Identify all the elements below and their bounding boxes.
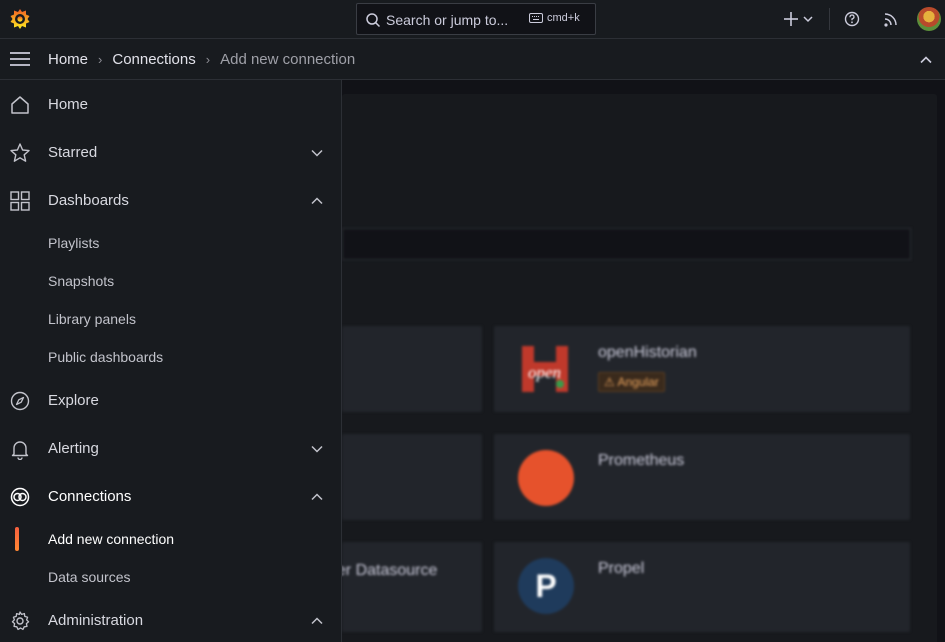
angular-badge: ⚠ Angular xyxy=(598,372,665,392)
chevron-up-icon[interactable] xyxy=(310,194,324,208)
card-openhistorian: open openHistorian ⚠ Angular xyxy=(494,326,910,412)
sidebar-item-alerting[interactable]: Alerting xyxy=(0,428,342,468)
card-prometheus: Prometheus xyxy=(494,434,910,520)
avatar[interactable] xyxy=(917,7,941,31)
sidebar-item-add-new-connection[interactable]: Add new connection xyxy=(0,522,342,556)
propel-logo-icon: P xyxy=(518,558,574,614)
sidebar-item-explore[interactable]: Explore xyxy=(0,380,342,420)
active-indicator xyxy=(15,527,19,551)
breadcrumb: Home › Connections › Add new connection xyxy=(48,51,355,68)
sidebar-item-label: Explore xyxy=(48,392,99,409)
compass-icon xyxy=(10,391,30,411)
sidebar-item-label: Administration xyxy=(48,612,144,629)
plus-icon[interactable] xyxy=(784,8,798,30)
card-title-openhistorian: openHistorian xyxy=(598,344,697,361)
card-left-3: ger Datasource xyxy=(328,542,482,632)
grafana-logo-icon[interactable] xyxy=(8,7,32,31)
chevron-down-icon[interactable] xyxy=(310,146,324,160)
prometheus-logo-icon xyxy=(518,450,574,506)
sidebar-item-home[interactable]: Home xyxy=(0,84,342,124)
sidebar-item-data-sources[interactable]: Data sources xyxy=(0,560,342,594)
top-bar: Search or jump to... cmd+k xyxy=(0,0,945,39)
partial-card-title: ger Datasource xyxy=(328,562,438,579)
breadcrumb-connections[interactable]: Connections xyxy=(112,51,195,68)
rss-icon[interactable] xyxy=(883,8,899,30)
breadcrumb-bar: Home › Connections › Add new connection xyxy=(0,39,945,80)
menu-icon[interactable] xyxy=(10,51,30,67)
sidebar-subitem-label: Playlists xyxy=(48,235,100,251)
link-circles-icon xyxy=(10,487,30,507)
sidebar-subitem-label: Data sources xyxy=(48,569,131,585)
blurred-content: ger Datasource open openHistorian ⚠ Angu… xyxy=(328,94,937,642)
breadcrumb-separator-icon: › xyxy=(98,52,103,67)
sidebar: Home Starred Dashboards Playlists Snapsh… xyxy=(0,80,342,642)
angular-badge-label: Angular xyxy=(617,375,659,389)
chevron-up-icon[interactable] xyxy=(919,53,933,67)
keyboard-shortcut-hint: cmd+k xyxy=(529,12,580,24)
chevron-down-icon[interactable] xyxy=(310,442,324,456)
breadcrumb-separator-icon: › xyxy=(205,52,211,67)
apps-grid-icon xyxy=(10,191,30,211)
sidebar-item-dashboards[interactable]: Dashboards xyxy=(0,180,342,220)
sidebar-subitem-label: Add new connection xyxy=(48,531,175,547)
sidebar-subitem-label: Library panels xyxy=(48,311,136,327)
card-title-propel: Propel xyxy=(598,560,645,577)
search-placeholder: Search or jump to... xyxy=(386,12,509,28)
star-icon xyxy=(10,143,30,162)
content-panel: ger Datasource open openHistorian ⚠ Angu… xyxy=(328,94,937,642)
breadcrumb-current: Add new connection xyxy=(220,51,356,68)
chevron-up-icon[interactable] xyxy=(310,614,324,628)
search-icon xyxy=(366,13,381,28)
sidebar-item-label: Dashboards xyxy=(48,192,129,209)
chevron-up-icon[interactable] xyxy=(310,490,324,504)
keyboard-icon xyxy=(529,13,543,23)
sidebar-item-label: Alerting xyxy=(48,440,99,457)
sidebar-item-label: Connections xyxy=(48,488,132,505)
sidebar-item-snapshots[interactable]: Snapshots xyxy=(0,264,342,298)
sidebar-item-label: Home xyxy=(48,96,89,113)
sidebar-item-library-panels[interactable]: Library panels xyxy=(0,302,342,336)
card-propel: P Propel xyxy=(494,542,910,632)
card-title-prometheus: Prometheus xyxy=(598,452,685,469)
sidebar-item-administration[interactable]: Administration xyxy=(0,600,342,640)
card-left-1 xyxy=(342,326,482,412)
sidebar-item-starred[interactable]: Starred xyxy=(0,132,342,172)
sidebar-subitem-label: Public dashboards xyxy=(48,349,164,365)
search-bar[interactable]: Search or jump to... cmd+k xyxy=(356,3,596,35)
sidebar-item-label: Starred xyxy=(48,144,98,161)
sidebar-item-playlists[interactable]: Playlists xyxy=(0,226,342,260)
home-icon xyxy=(11,96,29,114)
help-icon[interactable] xyxy=(844,8,860,30)
sidebar-item-public-dashboards[interactable]: Public dashboards xyxy=(0,340,342,374)
toolbar-divider xyxy=(829,8,830,30)
gear-icon xyxy=(11,611,30,631)
main-content: ger Datasource open openHistorian ⚠ Angu… xyxy=(328,80,945,642)
breadcrumb-home[interactable]: Home xyxy=(48,51,88,68)
search-shortcut: cmd+k xyxy=(547,12,580,24)
sidebar-subitem-label: Snapshots xyxy=(48,273,115,289)
sidebar-item-connections[interactable]: Connections xyxy=(0,476,342,516)
background-search-input xyxy=(342,228,911,260)
card-left-2 xyxy=(342,434,482,520)
openhistorian-logo-icon: open xyxy=(522,346,568,392)
svg-text:open: open xyxy=(528,363,561,382)
bell-icon xyxy=(11,441,29,460)
chevron-down-icon[interactable] xyxy=(803,8,813,30)
